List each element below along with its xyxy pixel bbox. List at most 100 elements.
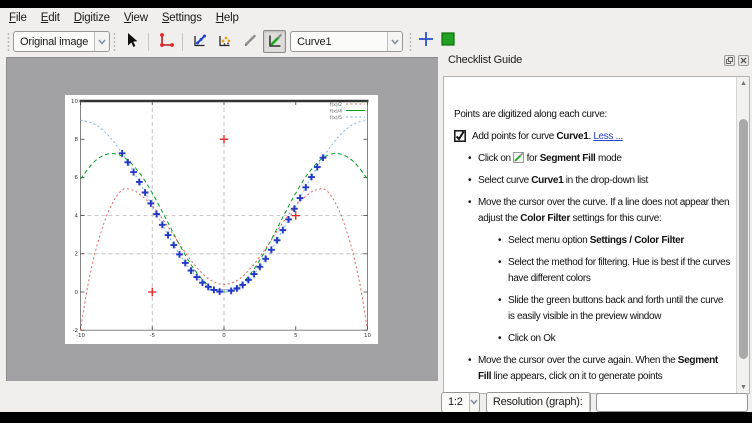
- point-match-tool[interactable]: [213, 30, 236, 53]
- digitized-point: [176, 251, 183, 258]
- background-selector[interactable]: Original image: [13, 31, 110, 52]
- background-selector-value: Original image: [14, 36, 94, 48]
- checklist-content: Points are digitized along each curve: Ad…: [443, 76, 750, 394]
- color-filter-indicator[interactable]: [438, 32, 458, 52]
- curve-selector[interactable]: Curve1: [290, 31, 403, 52]
- color-picker-tool[interactable]: [238, 30, 261, 53]
- checklist-subbullet: •Click on Ok: [498, 331, 732, 347]
- digitized-point: [239, 282, 246, 289]
- legend-label: f(x)/4: [330, 108, 342, 114]
- digitized-point: [302, 184, 309, 191]
- chevron-down-icon: [589, 393, 591, 412]
- zoom-selector-value: 1:2: [442, 396, 469, 408]
- segment-fill-small-icon: [513, 153, 524, 164]
- toolbar-separator: [182, 33, 183, 51]
- graph-canvas[interactable]: -20246810-10-50510f(x)/2f(x)/4f(x)/5: [6, 57, 438, 381]
- graph-plot: -20246810-10-50510f(x)/2f(x)/4f(x)/5: [65, 95, 378, 344]
- bullet-icon: •: [468, 173, 478, 189]
- close-panel-icon[interactable]: [738, 55, 749, 66]
- toolbar-separator: [148, 33, 149, 51]
- curve-point-style-indicator[interactable]: [416, 32, 436, 52]
- bullet-icon: •: [468, 353, 478, 385]
- scrollbar-thumb[interactable]: [739, 119, 748, 359]
- screenshot-root: FileEditDigitizeViewSettingsHelp Origina…: [0, 0, 752, 423]
- svg-text:-5: -5: [150, 333, 156, 339]
- digitized-point: [279, 227, 286, 234]
- bullet-icon: •: [468, 151, 478, 167]
- square-green-icon: [439, 30, 457, 53]
- digitized-point: [308, 174, 315, 181]
- menu-view[interactable]: View: [117, 12, 155, 24]
- axis-point: [292, 211, 300, 219]
- axis-point: [220, 135, 228, 143]
- checklist-subbullet: •Select the method for filtering. Hue is…: [498, 255, 732, 287]
- digitized-point: [297, 195, 304, 202]
- menu-edit[interactable]: Edit: [34, 12, 67, 24]
- point-match-icon: [216, 31, 234, 52]
- checklist-guide-panel: Checklist Guide Points are digitized alo…: [441, 52, 752, 394]
- svg-text:10: 10: [364, 333, 371, 339]
- bullet-icon: •: [498, 331, 508, 347]
- digitized-point: [147, 200, 154, 207]
- zoom-selector[interactable]: 1:2: [441, 392, 480, 413]
- toolbar-drag-handle[interactable]: [6, 32, 11, 52]
- digitized-point: [153, 211, 160, 218]
- checklist-bullet: •Select curve Curve1 in the drop-down li…: [468, 173, 732, 189]
- segment-fill-icon: [266, 31, 284, 52]
- axis-point: [148, 288, 156, 296]
- bullet-icon: •: [498, 293, 508, 325]
- select-tool[interactable]: [120, 30, 143, 53]
- segment-fill-tool[interactable]: [263, 30, 286, 53]
- bullet-icon: •: [498, 233, 508, 249]
- chevron-down-icon: [94, 32, 109, 51]
- svg-text:0: 0: [75, 290, 79, 296]
- checklist-bullet: •Move the cursor over the curve. If a li…: [468, 195, 732, 227]
- scroll-up-icon[interactable]: ▲: [737, 77, 750, 89]
- menu-digitize[interactable]: Digitize: [67, 12, 117, 24]
- toolbar-separator-handle: [112, 32, 117, 52]
- digitized-point: [182, 260, 189, 267]
- float-panel-icon[interactable]: [724, 55, 735, 66]
- app-window: FileEditDigitizeViewSettingsHelp Origina…: [0, 8, 752, 412]
- letterbox-top: [0, 0, 752, 8]
- svg-text:5: 5: [294, 333, 298, 339]
- checklist-bullet: •Move the cursor over the curve again. W…: [468, 353, 732, 385]
- curve-point-tool[interactable]: [188, 30, 211, 53]
- curve-points-icon: [191, 31, 209, 52]
- digitized-point: [159, 221, 166, 228]
- menubar: FileEditDigitizeViewSettingsHelp: [0, 8, 752, 27]
- letterbox-bottom: [0, 412, 752, 423]
- legend-label: f(x)/2: [330, 102, 342, 108]
- checked-checkbox[interactable]: [454, 130, 466, 142]
- svg-text:10: 10: [71, 99, 78, 105]
- menu-file[interactable]: File: [2, 12, 34, 24]
- digitized-point: [142, 189, 149, 196]
- checklist-para: Points are digitized along each curve:: [454, 107, 732, 123]
- digitized-point: [119, 150, 126, 157]
- checklist-subbullet: •Slide the green buttons back and forth …: [498, 293, 732, 325]
- panel-title: Checklist Guide: [441, 54, 724, 66]
- cursor-arrow-icon: [123, 31, 141, 52]
- statusbar-mode-value: Resolution (graph):: [487, 396, 589, 408]
- bullet-icon: •: [468, 195, 478, 227]
- checklist-link[interactable]: Less ...: [593, 131, 622, 142]
- toolbar-separator-handle: [408, 32, 413, 52]
- checklist-bullet: •Click on for Segment Fill mode: [468, 151, 732, 167]
- statusbar-mode-selector[interactable]: Resolution (graph):: [486, 392, 591, 413]
- chevron-down-icon: [469, 393, 479, 412]
- menu-settings[interactable]: Settings: [155, 12, 209, 24]
- digitized-point: [262, 255, 269, 262]
- resolution-value-field[interactable]: [596, 393, 748, 412]
- axis-point-tool[interactable]: [154, 30, 177, 53]
- panel-titlebar[interactable]: Checklist Guide: [441, 52, 752, 68]
- digitized-point: [130, 169, 137, 176]
- cross-blue-icon: [417, 30, 435, 53]
- digitized-point: [291, 205, 298, 212]
- svg-text:8: 8: [75, 137, 79, 143]
- digitized-point: [170, 242, 177, 249]
- scrollbar[interactable]: ▲ ▼: [736, 77, 749, 393]
- loaded-graph-image[interactable]: -20246810-10-50510f(x)/2f(x)/4f(x)/5: [65, 95, 378, 344]
- checklist-task: Add points for curve Curve1. Less ...: [454, 129, 732, 145]
- digitized-point: [274, 237, 281, 244]
- menu-help[interactable]: Help: [209, 12, 246, 24]
